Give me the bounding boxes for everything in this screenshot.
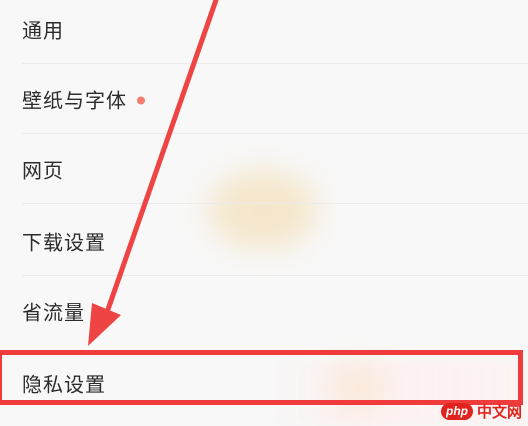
settings-item-webpage[interactable]: 网页	[0, 134, 528, 204]
settings-item-general[interactable]: 通用	[0, 0, 528, 64]
divider	[22, 203, 528, 204]
watermark-badge: php	[440, 403, 473, 420]
settings-item-wallpaper-font[interactable]: 壁纸与字体	[0, 64, 528, 134]
new-indicator-dot	[137, 96, 145, 104]
settings-item-label: 省流量	[22, 300, 85, 325]
settings-screen: 通用 壁纸与字体 网页 下载设置 省流量 隐私设置 php 中文网	[0, 0, 528, 426]
settings-item-label: 壁纸与字体	[22, 88, 127, 113]
watermark-logo: php 中文网	[440, 401, 522, 422]
highlight-box	[0, 350, 523, 405]
settings-item-label: 下载设置	[22, 230, 106, 255]
settings-item-label: 通用	[22, 18, 64, 43]
settings-item-download[interactable]: 下载设置	[0, 206, 528, 276]
settings-item-data-saver[interactable]: 省流量	[0, 276, 528, 346]
settings-item-label: 网页	[22, 158, 64, 183]
watermark-text: 中文网	[476, 404, 522, 421]
